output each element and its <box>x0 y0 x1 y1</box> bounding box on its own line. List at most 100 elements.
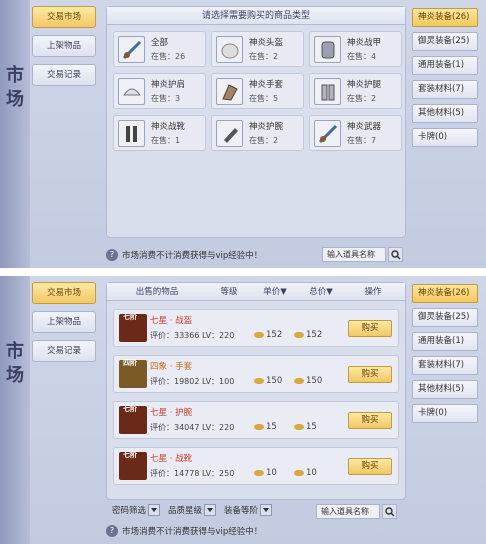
total-price-value: 150 <box>306 376 323 386</box>
market-panel-bottom: 市 场 交易市场 上架物品 交易记录 出售的物品 等级 单价▼ 总价▼ 操作 七… <box>0 276 486 544</box>
search-button[interactable] <box>382 504 397 519</box>
search-input[interactable]: 输入道具名称 <box>322 247 386 262</box>
total-price: 10 <box>294 468 317 478</box>
table-header: 出售的物品 等级 单价▼ 总价▼ 操作 <box>107 283 405 301</box>
buy-button[interactable]: 购买 <box>348 366 392 383</box>
nav-list-item[interactable]: 上架物品 <box>32 311 96 333</box>
category-shenyan[interactable]: 神炎装备(26) <box>412 8 478 27</box>
col-total-price[interactable]: 总价▼ <box>299 283 343 300</box>
item-type-name: 神炎战甲 <box>347 38 382 48</box>
item-type-name: 神炎护腕 <box>249 122 284 132</box>
category-cards[interactable]: 卡牌(0) <box>412 128 478 147</box>
gold-icon <box>254 423 264 430</box>
item-type-weapon[interactable]: 神炎武器 在售：7 <box>309 115 402 151</box>
bracers-icon <box>216 120 243 147</box>
gold-icon <box>254 469 264 476</box>
item-meta: 评价：14778 LV：250 <box>150 469 235 478</box>
category-general[interactable]: 通用装备(1) <box>412 56 478 75</box>
tier-badge: 七阶 <box>123 405 137 413</box>
item-type-bracers[interactable]: 神炎护腕 在售：2 <box>211 115 304 151</box>
search-button[interactable] <box>388 247 403 262</box>
item-title: 七星 · 战盔 <box>150 316 193 326</box>
weapon-icon <box>118 36 145 63</box>
unit-price-value: 10 <box>266 468 277 478</box>
item-type-armor[interactable]: 神炎战甲 在售：4 <box>309 31 402 67</box>
nav-list-item[interactable]: 上架物品 <box>32 35 96 57</box>
table-row: 七阶 七星 · 护腕 评价：34047 LV：220 15 15 购买 <box>113 401 399 439</box>
item-type-gloves[interactable]: 神炎手套 在售：5 <box>211 73 304 109</box>
page-title: 请选择需要购买的商品类型 <box>107 7 405 25</box>
item-type-shoulder[interactable]: 神炎护肩 在售：3 <box>113 73 206 109</box>
unit-price-value: 150 <box>266 376 283 386</box>
item-type-stock: 在售：7 <box>347 136 377 145</box>
dropdown-toggle[interactable] <box>204 504 217 516</box>
category-set-materials[interactable]: 套装材料(7) <box>412 356 478 375</box>
total-price: 150 <box>294 376 322 386</box>
item-type-stock: 在售：2 <box>249 136 279 145</box>
item-type-helmet[interactable]: 神炎头盔 在售：2 <box>211 31 304 67</box>
search-input[interactable]: 输入道具名称 <box>316 504 380 519</box>
nav-trade-market[interactable]: 交易市场 <box>32 6 96 28</box>
nav-trade-records[interactable]: 交易记录 <box>32 64 96 86</box>
help-icon[interactable]: ? <box>106 249 118 261</box>
buy-button[interactable]: 购买 <box>348 320 392 337</box>
nav-menu: 交易市场 上架物品 交易记录 <box>32 282 100 369</box>
total-price-value: 15 <box>306 422 317 432</box>
col-item: 出售的物品 <box>135 287 179 297</box>
shoulder-icon <box>118 78 145 105</box>
category-yuling[interactable]: 御灵装备(25) <box>412 308 478 327</box>
item-type-stock: 在售：1 <box>151 136 181 145</box>
col-action: 操作 <box>364 287 382 297</box>
footer-note: ? 市场消费不计消费获得与vip经验中！ <box>106 249 262 261</box>
search-box: 输入道具名称 <box>322 247 403 262</box>
category-other-materials[interactable]: 其他材料(5) <box>412 380 478 399</box>
category-list: 神炎装备(26) 御灵装备(25) 通用装备(1) 套装材料(7) 其他材料(5… <box>412 284 478 428</box>
total-price-value: 10 <box>306 468 317 478</box>
total-price: 152 <box>294 330 322 340</box>
side-title-char: 场 <box>6 365 24 386</box>
dropdown-toggle[interactable] <box>260 504 273 516</box>
item-type-name: 神炎手套 <box>249 80 284 90</box>
footer-text: 市场消费不计消费获得与vip经验中！ <box>122 527 263 537</box>
col-unit-price[interactable]: 单价▼ <box>251 283 299 300</box>
gold-icon <box>294 377 304 384</box>
item-meta: 评价：34047 LV：220 <box>150 423 235 432</box>
total-price: 15 <box>294 422 317 432</box>
category-cards[interactable]: 卡牌(0) <box>412 404 478 423</box>
category-shenyan[interactable]: 神炎装备(26) <box>412 284 478 303</box>
buy-button[interactable]: 购买 <box>348 458 392 475</box>
nav-menu: 交易市场 上架物品 交易记录 <box>32 6 100 93</box>
item-type-leggings[interactable]: 神炎护腿 在售：2 <box>309 73 402 109</box>
chevron-down-icon <box>151 508 158 512</box>
item-type-stock: 在售：4 <box>347 52 377 61</box>
filter-label: 密码筛选 <box>112 506 147 516</box>
footer-note: ? 市场消费不计消费获得与vip经验中！ <box>106 525 262 537</box>
gold-icon <box>294 423 304 430</box>
category-set-materials[interactable]: 套装材料(7) <box>412 80 478 99</box>
total-price-value: 152 <box>306 330 323 340</box>
category-yuling[interactable]: 御灵装备(25) <box>412 32 478 51</box>
help-icon[interactable]: ? <box>106 525 118 537</box>
item-type-name: 神炎护腿 <box>347 80 382 90</box>
gold-icon <box>254 377 264 384</box>
filter-tier[interactable]: 装备等阶 <box>224 504 273 516</box>
item-title: 七星 · 战靴 <box>150 454 193 464</box>
category-other-materials[interactable]: 其他材料(5) <box>412 104 478 123</box>
dropdown-toggle[interactable] <box>148 504 161 516</box>
item-type-boots[interactable]: 神炎战靴 在售：1 <box>113 115 206 151</box>
filter-password[interactable]: 密码筛选 <box>112 504 161 516</box>
unit-price: 10 <box>254 468 277 478</box>
nav-trade-market[interactable]: 交易市场 <box>32 282 96 304</box>
boots-icon <box>118 120 145 147</box>
category-general[interactable]: 通用装备(1) <box>412 332 478 351</box>
item-title: 七星 · 护腕 <box>150 408 193 418</box>
leggings-icon <box>314 78 341 105</box>
side-title-char: 市 <box>6 65 24 86</box>
tier-badge: 七阶 <box>123 451 137 459</box>
nav-trade-records[interactable]: 交易记录 <box>32 340 96 362</box>
item-type-all[interactable]: 全部 在售：26 <box>113 31 206 67</box>
buy-button[interactable]: 购买 <box>348 412 392 429</box>
category-selection: 请选择需要购买的商品类型 全部 在售：26 神炎头盔 在售：2 神炎战甲 在售：… <box>106 6 406 238</box>
filter-quality[interactable]: 品质星级 <box>168 504 217 516</box>
unit-price: 15 <box>254 422 277 432</box>
